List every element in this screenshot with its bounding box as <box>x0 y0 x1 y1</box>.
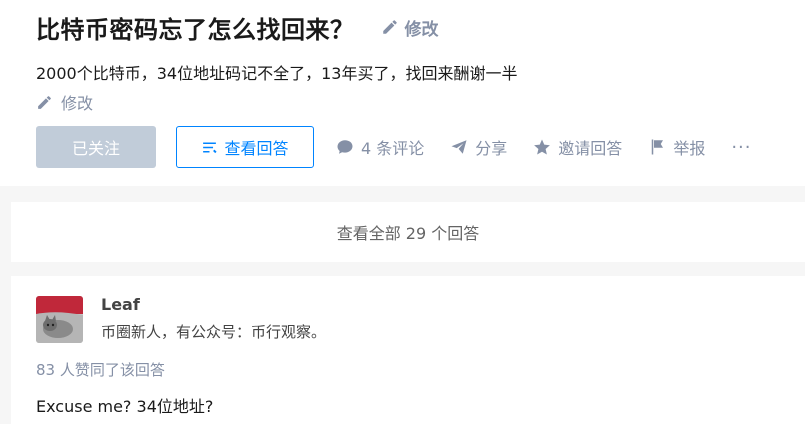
question-title-row: 比特币密码忘了怎么找回来？ 修改 <box>36 10 439 44</box>
edit-description-button[interactable]: 修改 <box>36 90 93 114</box>
edit-description-label: 修改 <box>61 94 94 113</box>
pencil-icon <box>38 95 51 109</box>
comment-button[interactable]: 4 条评论 <box>336 135 424 159</box>
star-icon <box>534 139 551 155</box>
report-label: 举报 <box>673 139 706 158</box>
answer-content: Excuse me? 34位地址? <box>36 397 214 416</box>
question-description: 2000个比特币，34位地址码记不全了，13年买了，找回来酬谢一半 <box>36 64 518 83</box>
comment-icon <box>337 140 353 154</box>
share-button[interactable]: 分享 <box>450 135 507 159</box>
author-avatar[interactable] <box>36 296 83 343</box>
list-icon <box>203 142 218 153</box>
comment-label: 4 条评论 <box>361 139 425 158</box>
view-answer-label: 查看回答 <box>224 141 289 158</box>
answer-card: Leaf 币圈新人，有公众号：币行观察。 83 人赞同了该回答 Excuse m… <box>11 276 805 424</box>
author-name[interactable]: Leaf <box>101 295 140 314</box>
question-card: 比特币密码忘了怎么找回来？ 修改 2000个比特币，34位地址码记不全了，13年… <box>0 0 805 186</box>
view-all-answers-link[interactable]: 查看全部 29 个回答 <box>337 220 480 244</box>
view-answer-button[interactable]: 查看回答 <box>176 126 314 168</box>
invite-answer-button[interactable]: 邀请回答 <box>533 135 622 159</box>
flag-icon <box>652 139 664 155</box>
pencil-icon <box>382 20 397 34</box>
edit-title-button[interactable]: 修改 <box>381 15 439 40</box>
edit-title-label: 修改 <box>404 19 439 40</box>
invite-answer-label: 邀请回答 <box>558 139 623 158</box>
all-answers-card: 查看全部 29 个回答 <box>11 202 805 262</box>
avatar-image <box>36 296 83 343</box>
question-title: 比特币密码忘了怎么找回来？ <box>36 15 355 44</box>
question-action-bar: 已关注 查看回答 4 条评论 分享 邀请回答 举报 ··· <box>36 126 752 168</box>
follow-button[interactable]: 已关注 <box>36 126 156 168</box>
author-bio: 币圈新人，有公众号：币行观察。 <box>101 323 327 341</box>
more-options-button[interactable]: ··· <box>731 137 751 158</box>
vote-count-info: 83 人赞同了该回答 <box>36 361 165 379</box>
share-label: 分享 <box>475 139 508 158</box>
report-button[interactable]: 举报 <box>648 135 705 159</box>
paper-plane-icon <box>451 140 467 154</box>
